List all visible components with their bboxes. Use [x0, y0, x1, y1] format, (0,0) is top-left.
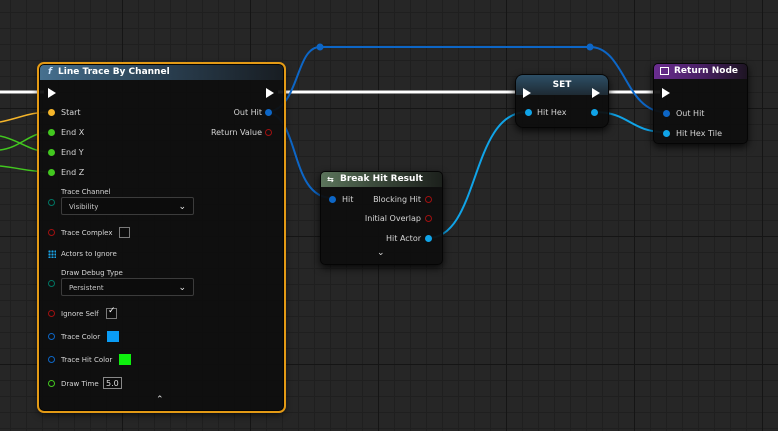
line-trace-node[interactable]: f Line Trace By Channel Start End X End …	[37, 62, 286, 413]
initial-overlap-pin[interactable]	[425, 215, 432, 222]
hit-actor-pin[interactable]	[425, 235, 432, 242]
end-x-label: End X	[61, 128, 85, 137]
ignore-self-pin[interactable]	[48, 310, 55, 317]
array-grid-icon	[48, 250, 56, 258]
chevron-down-icon: ⌄	[178, 202, 186, 212]
exec-out-pin[interactable]	[266, 88, 274, 98]
hit-label: Hit	[342, 195, 354, 204]
return-hit-hex-tile-label: Hit Hex Tile	[676, 129, 722, 138]
draw-time-label: Draw Time	[61, 380, 99, 388]
return-hit-hex-tile-pin[interactable]	[663, 130, 670, 137]
set-hit-hex-out-pin[interactable]	[591, 109, 598, 116]
draw-time-pin[interactable]	[48, 380, 55, 387]
trace-channel-pin[interactable]	[48, 199, 55, 206]
trace-complex-checkbox[interactable]	[119, 227, 130, 238]
break-hit-result-node[interactable]: ⇆ Break Hit Result Hit Blocking Hit Init…	[320, 171, 443, 265]
out-hit-pin[interactable]	[265, 109, 272, 116]
return-node-title: Return Node	[674, 66, 738, 76]
draw-debug-type-value: Persistent	[69, 284, 104, 292]
return-exec-in-pin[interactable]	[662, 88, 670, 98]
start-pin[interactable]	[48, 109, 55, 116]
trace-complex-label: Trace Complex	[61, 229, 113, 237]
trace-hit-color-swatch[interactable]	[119, 354, 131, 365]
set-exec-out-pin[interactable]	[592, 88, 600, 98]
checkmark-icon: ✓	[108, 306, 116, 316]
set-hit-hex-label: Hit Hex	[537, 108, 567, 117]
reroute-knot-2	[586, 43, 594, 51]
actors-to-ignore-label: Actors to Ignore	[61, 250, 117, 258]
hit-actor-label: Hit Actor	[386, 234, 421, 243]
end-x-pin[interactable]	[48, 129, 55, 136]
initial-overlap-label: Initial Overlap	[364, 214, 421, 223]
draw-debug-type-label: Draw Debug Type	[61, 269, 123, 277]
start-label: Start	[61, 108, 81, 117]
trace-hit-color-pin[interactable]	[48, 356, 55, 363]
end-z-label: End Z	[61, 168, 85, 177]
trace-channel-dropdown[interactable]: Visibility ⌄	[61, 197, 194, 215]
end-y-pin[interactable]	[48, 149, 55, 156]
set-title: SET	[552, 80, 572, 90]
trace-channel-label: Trace Channel	[61, 188, 111, 196]
trace-color-swatch[interactable]	[107, 331, 119, 342]
reroute-knot-1	[316, 43, 324, 51]
return-value-label: Return Value	[210, 128, 262, 137]
blocking-hit-pin[interactable]	[425, 196, 432, 203]
chevron-down-icon: ⌄	[178, 283, 186, 293]
break-struct-icon: ⇆	[327, 175, 334, 184]
trace-color-label: Trace Color	[61, 333, 101, 341]
blocking-hit-label: Blocking Hit	[373, 195, 421, 204]
ignore-self-label: Ignore Self	[61, 310, 99, 318]
end-z-pin[interactable]	[48, 169, 55, 176]
expand-chevron-down-icon[interactable]: ⌄	[377, 248, 385, 258]
set-exec-in-pin[interactable]	[523, 88, 531, 98]
ignore-self-checkbox[interactable]: ✓	[106, 306, 117, 319]
function-icon: f	[48, 67, 52, 77]
trace-hit-color-label: Trace Hit Color	[61, 356, 113, 364]
exec-in-pin[interactable]	[48, 88, 56, 98]
return-out-hit-label: Out Hit	[676, 109, 705, 118]
return-node-icon	[660, 67, 669, 75]
return-node-header[interactable]: Return Node	[654, 64, 747, 79]
draw-time-input[interactable]: 5.0	[103, 377, 122, 389]
trace-color-pin[interactable]	[48, 333, 55, 340]
out-hit-label: Out Hit	[233, 108, 262, 117]
collapse-chevron-up-icon[interactable]: ⌃	[156, 395, 164, 405]
set-node[interactable]: SET Hit Hex	[515, 74, 609, 128]
break-hit-header[interactable]: ⇆ Break Hit Result	[321, 172, 442, 187]
return-node[interactable]: Return Node Out Hit Hit Hex Tile	[653, 63, 748, 144]
trace-complex-pin[interactable]	[48, 229, 55, 236]
draw-debug-type-pin[interactable]	[48, 280, 55, 287]
end-y-label: End Y	[61, 148, 84, 157]
set-hit-hex-pin[interactable]	[525, 109, 532, 116]
draw-debug-type-dropdown[interactable]: Persistent ⌄	[61, 278, 194, 296]
break-hit-title: Break Hit Result	[340, 174, 423, 184]
return-out-hit-pin[interactable]	[663, 110, 670, 117]
hit-pin[interactable]	[329, 196, 336, 203]
line-trace-title: Line Trace By Channel	[58, 67, 170, 77]
line-trace-header[interactable]: f Line Trace By Channel	[40, 65, 283, 80]
return-value-pin[interactable]	[265, 129, 272, 136]
trace-channel-value: Visibility	[69, 203, 99, 211]
